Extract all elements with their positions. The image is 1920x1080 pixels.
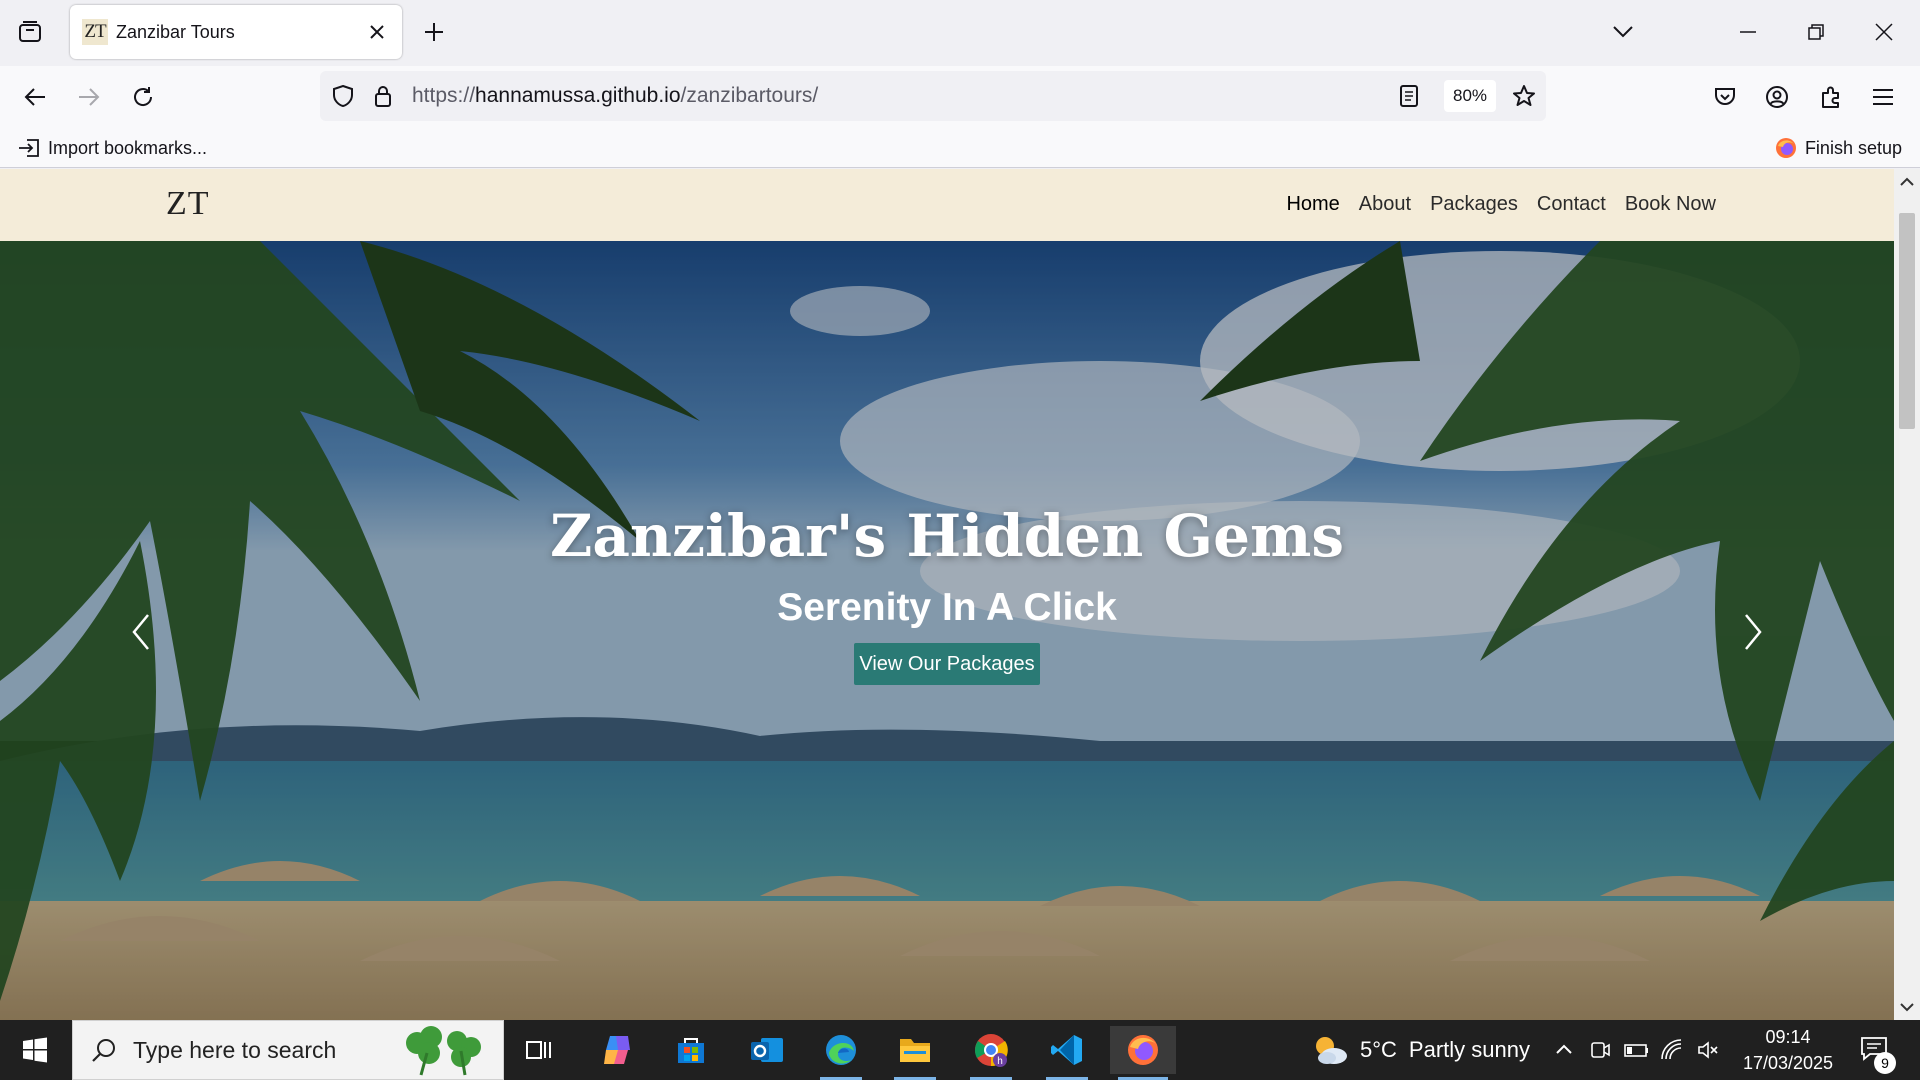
site-nav-links: Home About Packages Contact Book Now <box>1286 193 1716 216</box>
shield-icon[interactable] <box>330 83 356 109</box>
windows-taskbar: Type here to search h 5°C Partly sunny 0… <box>0 1020 1920 1080</box>
hero-subtitle: Serenity In A Click <box>777 586 1117 629</box>
page-scrollbar[interactable] <box>1894 169 1920 1020</box>
clock-time: 09:14 <box>1765 1027 1811 1047</box>
bookmarks-toolbar: Import bookmarks... Finish setup <box>0 128 1920 168</box>
vscode-icon[interactable] <box>1038 1026 1096 1080</box>
tab-favicon: ZT <box>82 19 108 45</box>
back-icon[interactable] <box>18 80 52 114</box>
active-tab[interactable]: ZT Zanzibar Tours <box>70 5 402 59</box>
clock-date: 17/03/2025 <box>1742 1053 1834 1073</box>
list-all-tabs-icon[interactable] <box>1606 16 1640 48</box>
site-navbar: ZT Home About Packages Contact Book Now <box>0 169 1894 241</box>
edge-icon[interactable] <box>812 1026 870 1080</box>
hero-title: Zanzibar's Hidden Gems <box>549 502 1345 570</box>
reload-icon[interactable] <box>126 80 160 114</box>
hero-carousel: Zanzibar's Hidden Gems Serenity In A Cli… <box>0 241 1894 1020</box>
copilot-icon[interactable] <box>588 1026 646 1074</box>
tab-bar: ZT Zanzibar Tours <box>0 0 1920 66</box>
weather-text: Partly sunny <box>1408 1037 1530 1062</box>
import-icon <box>18 138 40 158</box>
task-view-icon[interactable] <box>510 1026 568 1074</box>
search-icon <box>91 1037 117 1063</box>
zoom-level-badge[interactable]: 80% <box>1444 80 1496 112</box>
volume-muted-icon[interactable] <box>1696 1038 1720 1062</box>
partly-sunny-icon <box>1310 1032 1350 1068</box>
extensions-icon[interactable] <box>1814 80 1848 114</box>
navigation-toolbar: https://hannamussa.github.io/zanzibartou… <box>0 66 1920 128</box>
chrome-icon[interactable]: h <box>962 1026 1020 1080</box>
account-icon[interactable] <box>1760 80 1794 114</box>
scroll-up-icon[interactable] <box>1900 177 1914 187</box>
site-logo[interactable]: ZT <box>166 185 210 223</box>
tab-list-icon[interactable] <box>14 16 46 48</box>
show-hidden-icons-icon[interactable] <box>1552 1038 1576 1062</box>
search-placeholder: Type here to search <box>133 1036 337 1063</box>
close-window-icon[interactable] <box>1862 14 1906 50</box>
nav-link-about[interactable]: About <box>1359 193 1411 216</box>
firefox-logo-icon <box>1775 137 1797 159</box>
network-icon[interactable] <box>1660 1038 1684 1062</box>
nav-link-packages[interactable]: Packages <box>1430 193 1518 216</box>
nav-link-home[interactable]: Home <box>1286 193 1339 216</box>
restore-icon[interactable] <box>1794 14 1838 50</box>
nav-link-contact[interactable]: Contact <box>1537 193 1606 216</box>
file-explorer-icon[interactable] <box>886 1026 944 1080</box>
notifications-count-badge: 9 <box>1874 1052 1896 1074</box>
nav-link-book-now[interactable]: Book Now <box>1625 193 1716 216</box>
weather-temp: 5°C <box>1360 1037 1397 1062</box>
microsoft-store-icon[interactable] <box>662 1026 720 1074</box>
import-bookmarks-button[interactable]: Import bookmarks... <box>18 134 207 162</box>
minimize-icon[interactable] <box>1726 14 1770 50</box>
windows-start-icon[interactable] <box>6 1026 64 1074</box>
hero-dark-overlay <box>0 241 1894 1020</box>
battery-icon[interactable] <box>1624 1038 1648 1062</box>
lock-icon[interactable] <box>370 83 396 109</box>
taskbar-clock[interactable]: 09:14 17/03/2025 <box>1728 1024 1848 1076</box>
menu-icon[interactable] <box>1866 80 1900 114</box>
finish-setup-label: Finish setup <box>1804 137 1902 158</box>
firefox-taskbar-icon[interactable] <box>1110 1026 1176 1080</box>
scroll-thumb[interactable] <box>1899 213 1915 429</box>
import-bookmarks-label: Import bookmarks... <box>48 137 208 158</box>
svg-text:h: h <box>997 1056 1003 1067</box>
weather-widget[interactable]: 5°C Partly sunny <box>1310 1020 1530 1080</box>
meet-now-icon[interactable] <box>1588 1038 1612 1062</box>
tab-title: Zanzibar Tours <box>116 21 235 42</box>
taskbar-search-box[interactable]: Type here to search <box>72 1020 504 1080</box>
page-viewport: ZT Home About Packages Contact Book Now <box>0 169 1920 1020</box>
bookmark-star-icon[interactable] <box>1510 82 1538 110</box>
close-tab-icon[interactable] <box>362 17 392 47</box>
forward-icon[interactable] <box>72 80 106 114</box>
outlook-icon[interactable] <box>738 1026 796 1074</box>
url-text[interactable]: https://hannamussa.github.io/zanzibartou… <box>412 84 818 108</box>
new-tab-icon[interactable] <box>418 16 450 48</box>
pocket-icon[interactable] <box>1708 80 1742 114</box>
reader-view-icon[interactable] <box>1396 83 1422 109</box>
view-packages-button[interactable]: View Our Packages <box>854 643 1040 685</box>
finish-setup-button[interactable]: Finish setup <box>1775 134 1902 162</box>
scroll-down-icon[interactable] <box>1900 1002 1914 1012</box>
shamrock-icon <box>395 1025 487 1077</box>
url-bar[interactable]: https://hannamussa.github.io/zanzibartou… <box>320 71 1546 121</box>
